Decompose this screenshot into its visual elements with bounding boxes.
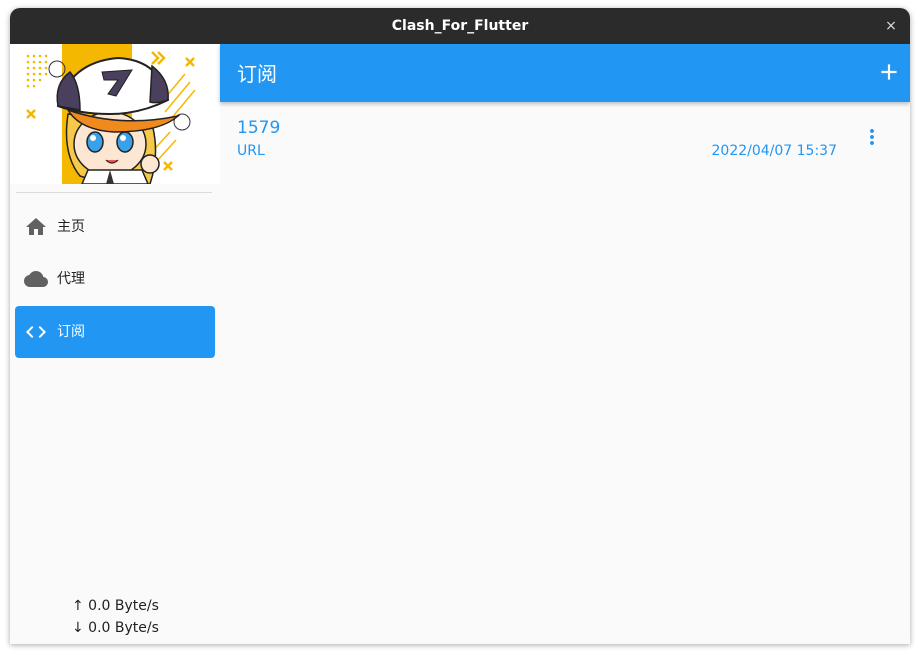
- app-window: Clash_For_Flutter × 主页 代理 订阅 ↑ 0.0 Byte/…: [10, 8, 910, 644]
- subscription-updated-time: 2022/04/07 15:37: [711, 143, 838, 159]
- more-vertical-icon[interactable]: [860, 125, 884, 149]
- upload-speed: ↑ 0.0 Byte/s: [72, 598, 159, 614]
- code-icon: [26, 326, 46, 338]
- sidebar: 主页 代理 订阅 ↑ 0.0 Byte/s ↓ 0.0 Byte/s: [10, 44, 220, 644]
- plus-icon[interactable]: [876, 59, 902, 85]
- home-icon: [26, 218, 46, 235]
- subscription-name: 1579: [237, 118, 281, 138]
- close-icon[interactable]: ×: [882, 17, 900, 35]
- page-title: 订阅: [237, 62, 277, 86]
- sidebar-item-home[interactable]: 主页: [15, 201, 215, 253]
- title-bar[interactable]: Clash_For_Flutter ×: [10, 8, 910, 44]
- sidebar-item-label: 订阅: [57, 324, 85, 340]
- subscription-type: URL: [237, 143, 265, 159]
- sidebar-item-proxy[interactable]: 代理: [15, 253, 215, 305]
- window-title: Clash_For_Flutter: [391, 18, 529, 34]
- main-content: 订阅 1579 URL 2022/04/07 15:37: [220, 44, 910, 644]
- download-speed: ↓ 0.0 Byte/s: [72, 620, 159, 636]
- mascot-illustration: [26, 44, 196, 184]
- app-bar: 订阅: [220, 44, 910, 102]
- sidebar-divider: [16, 192, 212, 193]
- sidebar-item-subscription[interactable]: 订阅: [15, 306, 215, 358]
- sidebar-item-label: 主页: [57, 219, 85, 235]
- subscription-list-item[interactable]: 1579 URL 2022/04/07 15:37: [220, 108, 910, 168]
- sidebar-item-label: 代理: [57, 271, 85, 287]
- cloud-icon: [24, 271, 48, 287]
- app-logo-illustration: [10, 44, 220, 184]
